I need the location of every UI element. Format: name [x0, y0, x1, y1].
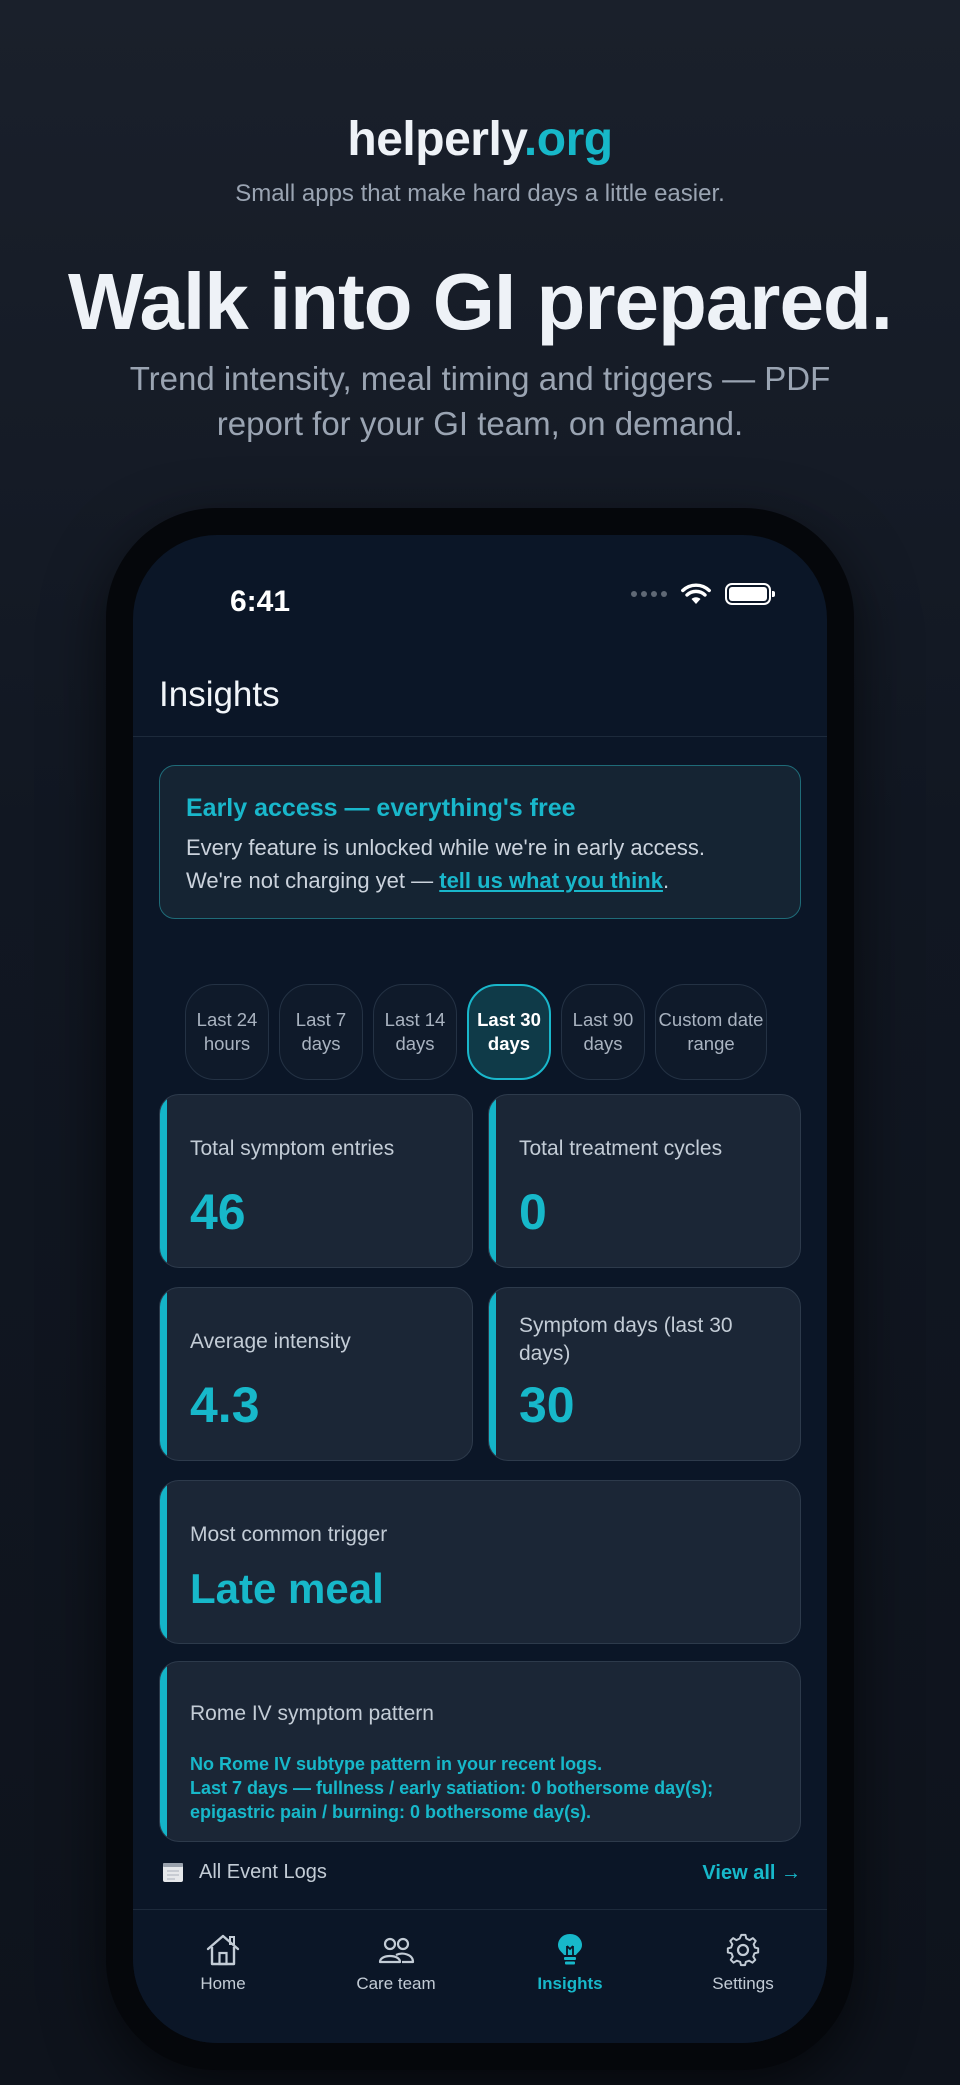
brand-logo: helperly.org [0, 112, 960, 167]
stat-value: 4.3 [190, 1377, 260, 1433]
tab-bar: Home Care team Insights Settings [133, 1909, 827, 2043]
feedback-link[interactable]: tell us what you think [439, 868, 663, 893]
tab-care-team[interactable]: Care team [336, 1932, 456, 1994]
early-access-banner: Early access — everything's free Every f… [159, 765, 801, 919]
stat-value: 46 [190, 1184, 246, 1240]
tab-home[interactable]: Home [163, 1932, 283, 1994]
range-last-7-days[interactable]: Last 7 days [279, 984, 363, 1080]
home-icon [206, 1934, 240, 1966]
range-last-14-days[interactable]: Last 14 days [373, 984, 457, 1080]
stat-value: 30 [519, 1377, 575, 1433]
phone-screen: 6:41 Insights Early access — everything'… [133, 535, 827, 2043]
event-logs-label: All Event Logs [199, 1860, 327, 1883]
brand-tld: .org [523, 113, 613, 166]
tab-settings-label: Settings [712, 1974, 774, 1993]
stat-label: Symptom days (last 30 days) [519, 1314, 733, 1365]
banner-line-2-suffix: . [662, 868, 670, 893]
stat-label: Most common trigger [190, 1523, 388, 1546]
tab-home-label: Home [200, 1974, 246, 1993]
rome-label: Rome IV symptom pattern [190, 1702, 434, 1725]
range-last-90-days[interactable]: Last 90 days [561, 984, 645, 1080]
tab-settings[interactable]: Settings [683, 1932, 803, 1994]
people-icon [378, 1937, 415, 1964]
wifi-icon [681, 583, 711, 604]
tab-insights-label: Insights [537, 1974, 603, 1993]
rome-line-3: epigastric pain / burning: 0 bothersome … [190, 1802, 592, 1822]
status-icons [631, 583, 775, 605]
header-divider [133, 736, 827, 737]
view-all-link[interactable]: View all → [702, 1862, 801, 1885]
stat-value: Late meal [190, 1565, 384, 1612]
page-title: Insights [159, 675, 280, 714]
banner-title: Early access — everything's free [186, 794, 576, 822]
hero-subhead: Trend intensity, meal timing and trigger… [129, 360, 831, 442]
status-time: 6:41 [230, 585, 291, 618]
rome-pattern-text: No Rome IV subtype pattern in your recen… [190, 1752, 790, 1824]
tab-care-team-label: Care team [356, 1974, 436, 1993]
gear-icon [726, 1933, 760, 1967]
brand-name: helperly [347, 113, 524, 166]
event-logs-heading: All Event Logs [161, 1860, 327, 1884]
battery-icon [725, 583, 775, 605]
banner-line-1: Every feature is unlocked while we're in… [186, 835, 705, 860]
stat-card-symptom-days: Symptom days (last 30 days) 30 [488, 1287, 801, 1461]
cellular-signal-icon [631, 591, 667, 597]
rome-line-2: Last 7 days — fullness / early satiation… [190, 1778, 714, 1798]
range-last-24-hours[interactable]: Last 24 hours [185, 984, 269, 1080]
stat-card-total-entries: Total symptom entries 46 [159, 1094, 473, 1268]
date-range-selector: Last 24 hours Last 7 days Last 14 days L… [185, 984, 767, 1080]
notepad-icon [163, 1863, 183, 1882]
stat-label: Average intensity [190, 1330, 351, 1353]
banner-line-2: We're not charging yet — tell us what yo… [186, 864, 774, 897]
tab-insights[interactable]: Insights [510, 1932, 630, 1994]
stat-card-common-trigger: Most common trigger Late meal [159, 1480, 801, 1644]
stat-label: Total symptom entries [190, 1137, 395, 1160]
range-last-30-days[interactable]: Last 30 days [467, 984, 551, 1080]
rome-iv-card: Rome IV symptom pattern No Rome IV subty… [159, 1661, 801, 1842]
stat-card-average-intensity: Average intensity 4.3 [159, 1287, 473, 1461]
rome-line-1: No Rome IV subtype pattern in your recen… [190, 1754, 603, 1774]
event-logs-row: All Event Logs View all → [161, 1860, 801, 1892]
hero-headline: Walk into GI prepared. [67, 257, 893, 346]
phone-frame: 6:41 Insights Early access — everything'… [106, 508, 854, 2070]
stat-card-treatment-cycles: Total treatment cycles 0 [488, 1094, 801, 1268]
brand-tagline: Small apps that make hard days a little … [235, 180, 725, 207]
banner-line-2-prefix: We're not charging yet — [186, 868, 440, 893]
stat-label: Total treatment cycles [519, 1137, 723, 1160]
lightbulb-icon [558, 1934, 582, 1965]
stat-value: 0 [519, 1184, 547, 1240]
range-custom[interactable]: Custom date range [655, 984, 767, 1080]
